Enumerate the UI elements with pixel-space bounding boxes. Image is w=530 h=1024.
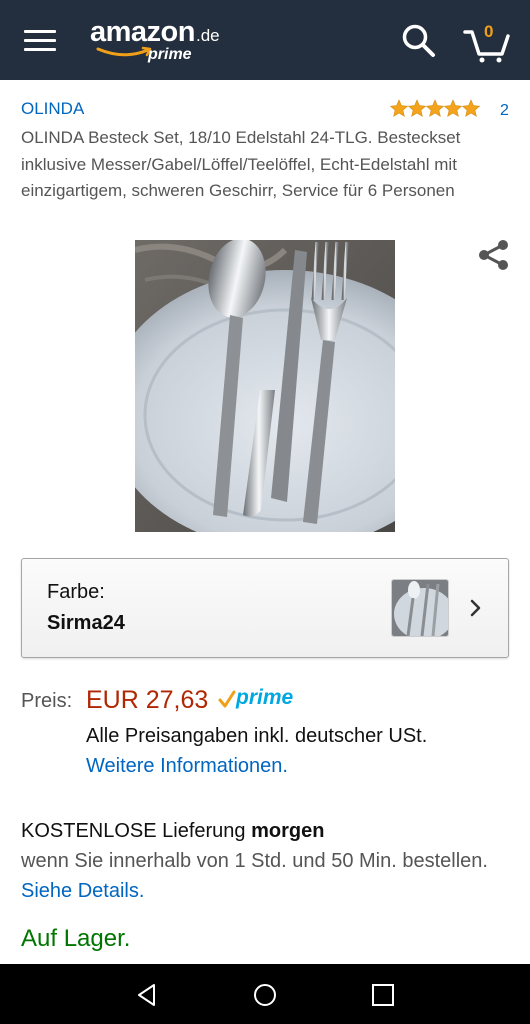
star-icon — [407, 99, 427, 117]
stock-status: Auf Lager. — [21, 925, 131, 952]
rating-stars[interactable] — [390, 99, 482, 119]
chevron-right-icon — [470, 599, 481, 617]
nav-back-icon[interactable] — [134, 982, 160, 1008]
star-icon — [390, 99, 409, 117]
variation-label: Farbe: — [47, 581, 105, 603]
logo-tld: .de — [196, 26, 220, 45]
star-icon — [461, 99, 481, 117]
color-variation-selector[interactable]: Farbe: Sirma24 — [21, 558, 509, 658]
price-value: EUR 27,63 — [86, 686, 209, 714]
price-label: Preis: — [21, 690, 73, 712]
prime-badge: prime — [218, 686, 294, 709]
nav-recents-icon[interactable] — [370, 982, 396, 1008]
top-app-bar: amazon .de prime 0 — [0, 0, 530, 80]
logo-smile-icon — [96, 46, 152, 57]
cart-count: 0 — [484, 22, 494, 41]
delivery-day: morgen — [251, 820, 325, 842]
logo-prime: prime — [148, 46, 192, 63]
delivery-condition: wenn Sie innerhalb von 1 Std. und 50 Min… — [21, 850, 488, 872]
brand-link[interactable]: OLINDA — [21, 99, 84, 119]
tax-note: Alle Preisangaben inkl. deutscher USt. — [86, 725, 428, 747]
rating-count-link[interactable]: 2 — [500, 102, 509, 120]
menu-icon[interactable] — [24, 28, 58, 54]
product-image[interactable] — [135, 240, 395, 532]
delivery-info: KOSTENLOSE Lieferung morgen wenn Sie inn… — [21, 816, 521, 906]
prime-badge-text: prime — [235, 686, 294, 709]
star-icon — [443, 99, 463, 117]
variation-value: Sirma24 — [47, 612, 125, 634]
free-delivery-text: KOSTENLOSE Lieferung — [21, 820, 246, 842]
cart-button[interactable]: 0 — [462, 20, 512, 64]
product-title: OLINDA Besteck Set, 18/10 Edelstahl 24-T… — [21, 128, 461, 200]
cutlery-photo — [135, 240, 395, 532]
search-icon[interactable] — [400, 22, 438, 60]
logo-word: amazon — [90, 16, 195, 48]
star-icon — [425, 99, 445, 117]
delivery-details-link[interactable]: Siehe Details. — [21, 880, 144, 902]
share-icon[interactable] — [476, 238, 512, 272]
more-info-link[interactable]: Weitere Informationen. — [86, 755, 288, 778]
amazon-prime-logo[interactable]: amazon .de prime — [90, 16, 230, 64]
nav-home-icon[interactable] — [252, 982, 278, 1008]
variation-thumbnail — [391, 579, 449, 637]
